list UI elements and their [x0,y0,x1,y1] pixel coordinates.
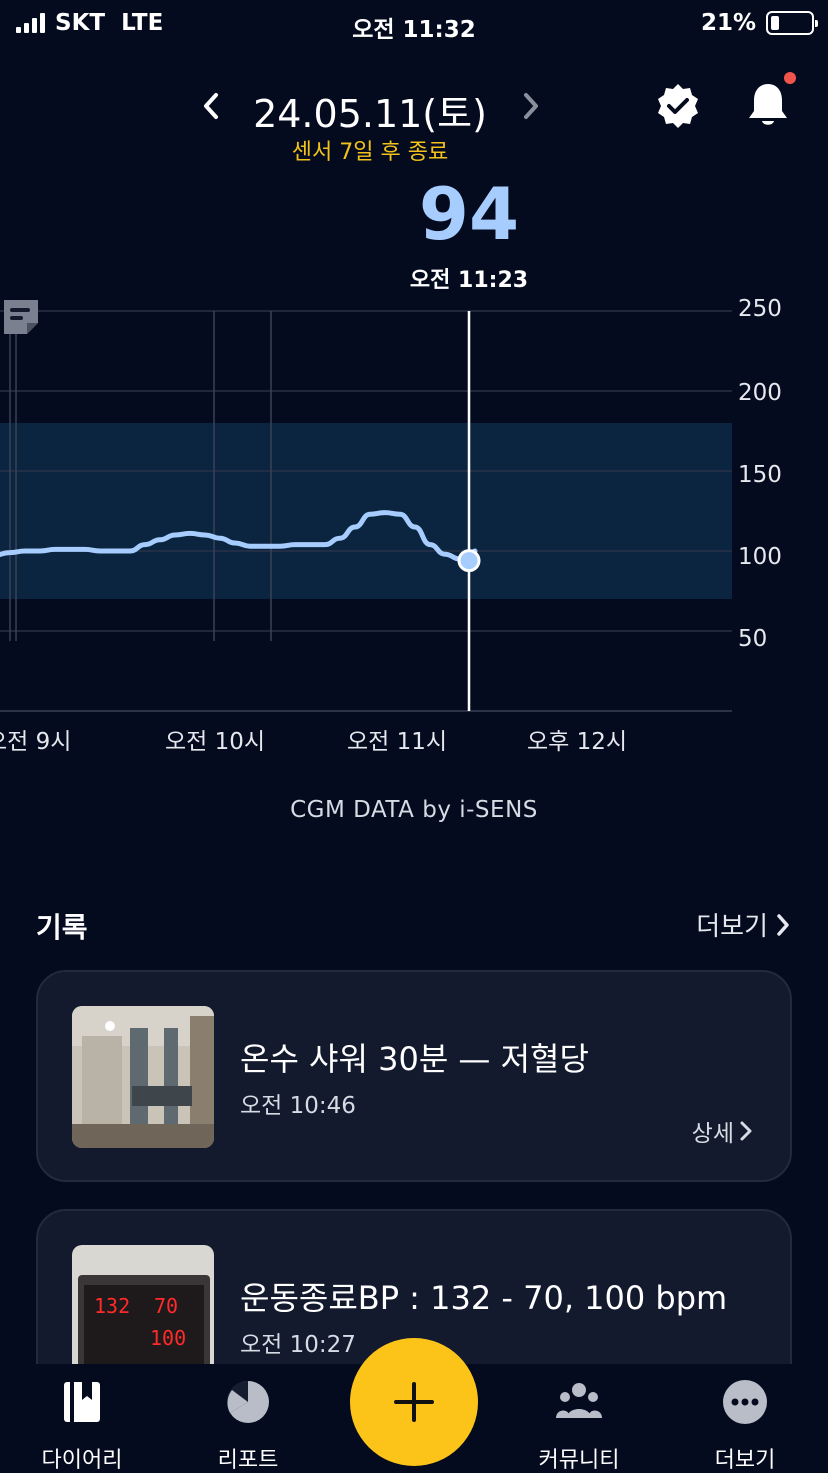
more-icon [723,1380,767,1424]
memo-marker-icon[interactable] [0,296,42,338]
records-more-label: 더보기 [696,912,768,942]
y-tick-label: 100 [738,544,782,570]
x-tick-label: 오전 11시 [347,729,448,755]
y-tick-label: 250 [738,296,782,322]
bell-icon[interactable] [741,78,795,132]
record-photo-shower [72,1006,214,1148]
record-detail-label: 상세 [691,1121,734,1147]
record-time: 오전 10:46 [240,1093,356,1119]
plus-icon [394,1382,434,1422]
x-tick-label: 오후 12시 [527,729,628,755]
record-title: 온수 샤워 30분 — 저혈당 [240,1040,589,1078]
tab-report[interactable]: 리포트 [183,1378,313,1473]
tab-label: 커뮤니티 [538,1448,620,1473]
chevron-right-icon[interactable] [514,90,546,122]
y-tick-label: 150 [738,462,782,488]
chevron-right-icon [740,1121,752,1141]
y-tick-label: 200 [738,380,782,406]
pie-chart-icon [226,1380,269,1423]
cursor-point [457,549,481,573]
record-time: 오전 10:27 [240,1332,356,1358]
record-detail-link[interactable]: 상세 [692,1114,754,1148]
tab-community[interactable]: 커뮤니티 [514,1378,644,1473]
glucose-chart-svg [0,310,732,712]
record-card[interactable]: 온수 샤워 30분 — 저혈당 오전 10:46 상세 [36,970,792,1182]
tab-diary[interactable]: 다이어리 [17,1378,147,1473]
current-glucose-value: 94 [418,172,520,256]
bp-diastolic: 70 [154,1294,178,1318]
records-more-link[interactable]: 더보기 [696,906,792,943]
cgm-data-credit: CGM DATA by i-SENS [290,797,538,823]
tab-label: 리포트 [217,1448,279,1473]
bp-pulse: 100 [150,1326,186,1350]
date-header: 24.05.11(토) 센서 7일 후 종료 [0,78,828,168]
records-section-title: 기록 [36,911,88,944]
verified-badge-icon[interactable] [654,82,702,130]
y-tick-label: 50 [738,626,768,652]
glucose-chart[interactable]: 250 200 150 100 50 오전 9시 오전 10시 오전 11시 오… [0,296,828,766]
battery-icon [766,11,818,35]
bookmark-icon [64,1382,100,1422]
tab-label: 다이어리 [41,1448,123,1473]
notification-dot [784,72,796,84]
target-range-band [0,423,732,599]
x-tick-label: 오전 10시 [165,729,266,755]
record-title: 운동종료BP : 132 - 70, 100 bpm [240,1279,728,1317]
status-bar: SKT LTE 오전 11:32 21% [0,0,828,48]
battery-percent: 21% [700,10,756,36]
bp-systolic: 132 [94,1294,130,1318]
sensor-expiry-note: 센서 7일 후 종료 [291,140,449,165]
x-tick-label: 오전 9시 [0,729,72,755]
date-title[interactable]: 24.05.11(토) [0,83,740,138]
chevron-right-icon [777,913,789,936]
add-record-button[interactable] [350,1338,478,1466]
tab-more[interactable]: 더보기 [680,1378,810,1473]
tab-label: 더보기 [714,1448,776,1473]
people-icon [556,1383,602,1418]
current-reading-time: 오전 11:23 [409,268,529,293]
